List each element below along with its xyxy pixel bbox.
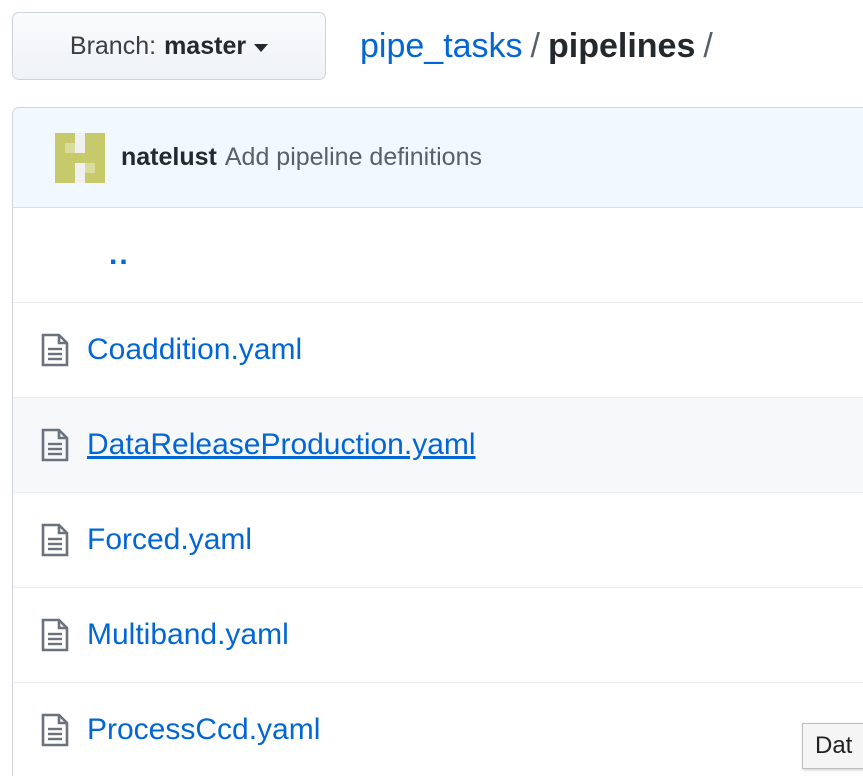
branch-select-button[interactable]: Branch: master bbox=[12, 12, 326, 80]
file-link[interactable]: Multiband.yaml bbox=[87, 618, 289, 652]
file-link[interactable]: Coaddition.yaml bbox=[87, 333, 302, 367]
file-icon bbox=[41, 713, 69, 747]
branch-name: master bbox=[164, 31, 247, 60]
file-link[interactable]: Forced.yaml bbox=[87, 523, 252, 557]
table-row: Forced.yaml bbox=[13, 493, 863, 588]
commit-message-link[interactable]: Add pipeline definitions bbox=[225, 143, 482, 172]
caret-down-icon bbox=[254, 44, 269, 52]
breadcrumb-separator: / bbox=[530, 27, 540, 65]
file-icon bbox=[41, 333, 69, 367]
file-icon bbox=[41, 523, 69, 557]
file-icon bbox=[41, 618, 69, 652]
parent-directory-link[interactable]: .. bbox=[109, 238, 130, 272]
avatar[interactable] bbox=[55, 132, 105, 183]
link-tooltip: Dat bbox=[802, 723, 863, 769]
breadcrumb: pipe_tasks / pipelines / bbox=[360, 22, 721, 70]
file-link[interactable]: ProcessCcd.yaml bbox=[87, 713, 320, 747]
branch-prefix-label: Branch: bbox=[69, 31, 157, 60]
breadcrumb-current: pipelines bbox=[548, 27, 696, 65]
page: Branch: master pipe_tasks / pipelines / nat… bbox=[0, 0, 863, 776]
file-list: natelust Add pipeline definitions .. Coa… bbox=[12, 107, 863, 776]
breadcrumb-trailing-separator: / bbox=[703, 27, 713, 65]
table-row: Coaddition.yaml bbox=[13, 303, 863, 398]
latest-commit-bar: natelust Add pipeline definitions bbox=[13, 108, 863, 208]
file-link[interactable]: DataReleaseProduction.yaml bbox=[87, 428, 476, 462]
file-icon bbox=[41, 428, 69, 462]
commit-author-link[interactable]: natelust bbox=[121, 143, 217, 172]
parent-directory-row: .. bbox=[13, 208, 863, 303]
table-row: DataReleaseProduction.yaml bbox=[13, 398, 863, 493]
table-row: ProcessCcd.yaml bbox=[13, 683, 863, 776]
table-row: Multiband.yaml bbox=[13, 588, 863, 683]
breadcrumb-repo-link[interactable]: pipe_tasks bbox=[360, 27, 523, 65]
